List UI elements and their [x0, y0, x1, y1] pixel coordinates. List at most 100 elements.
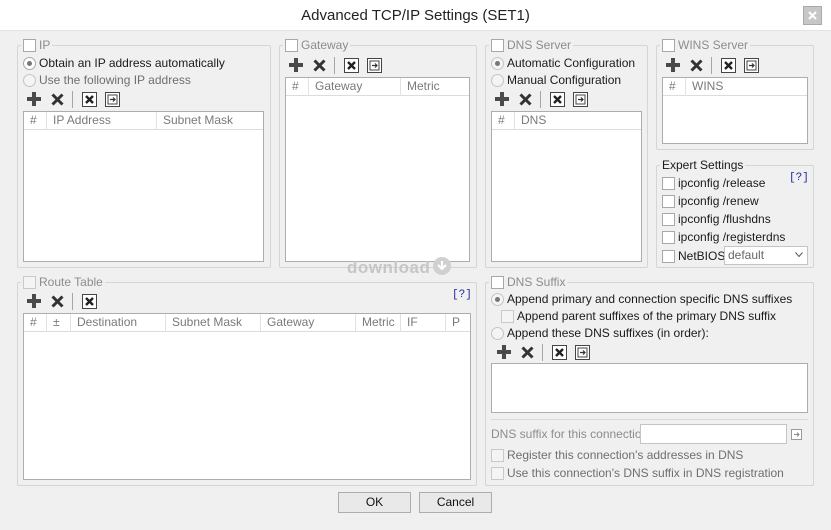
wins-list[interactable]: # WINS [662, 77, 808, 144]
gateway-col-metric[interactable]: Metric [401, 78, 469, 96]
dns-delete-button[interactable] [516, 90, 534, 108]
gateway-add-button[interactable] [287, 56, 305, 74]
gateway-delete-button[interactable] [310, 56, 328, 74]
netbios-select[interactable]: default [724, 246, 808, 265]
import-icon [743, 57, 759, 73]
dns-clear-button[interactable] [548, 90, 566, 108]
netbios-option[interactable]: NetBIOS [662, 248, 725, 264]
renew-checkbox[interactable] [662, 194, 675, 208]
dns-auto-option[interactable]: Automatic Configuration [491, 55, 635, 71]
title-bar: Advanced TCP/IP Settings (SET1) [0, 0, 831, 31]
wins-add-button[interactable] [664, 56, 682, 74]
expert-help-link[interactable]: [?] [789, 172, 809, 184]
dns-col-dns[interactable]: DNS [515, 112, 641, 130]
append-parent-checkbox[interactable] [501, 309, 514, 323]
wins-col-wins[interactable]: WINS [686, 78, 807, 96]
append-parent-option[interactable]: Append parent suffixes of the primary DN… [501, 308, 776, 324]
connection-suffix-browse-button[interactable] [791, 429, 802, 440]
dns-server-checkbox[interactable] [491, 38, 504, 52]
wins-col-number[interactable]: # [663, 78, 686, 96]
route-col-if[interactable]: IF [401, 314, 446, 332]
route-clear-button[interactable] [80, 292, 98, 310]
route-col-subnet-mask[interactable]: Subnet Mask [166, 314, 261, 332]
dns-col-number[interactable]: # [492, 112, 515, 130]
dns-suffix-list[interactable] [491, 363, 808, 413]
ip-checkbox[interactable] [23, 38, 36, 52]
suffix-import-button[interactable] [573, 343, 591, 361]
registerdns-checkbox[interactable] [662, 230, 675, 244]
ip-manual-radio[interactable] [23, 73, 36, 87]
wins-checkbox[interactable] [662, 38, 675, 52]
use-suffix-option[interactable]: Use this connection's DNS suffix in DNS … [491, 465, 784, 481]
gateway-list[interactable]: # Gateway Metric [285, 77, 470, 262]
use-suffix-checkbox[interactable] [491, 466, 504, 480]
register-addresses-option[interactable]: Register this connection's addresses in … [491, 447, 743, 463]
expert-item-renew[interactable]: ipconfig /renew [662, 193, 759, 209]
clear-icon [81, 91, 97, 107]
route-col-p[interactable]: P [446, 314, 470, 332]
wins-delete-button[interactable] [687, 56, 705, 74]
ip-import-button[interactable] [103, 90, 121, 108]
ip-toolbar [25, 90, 126, 108]
dns-server-group-header: DNS Server [489, 37, 574, 53]
suffix-add-button[interactable] [495, 343, 513, 361]
ip-col-address[interactable]: IP Address [47, 112, 157, 130]
append-these-radio[interactable] [491, 326, 504, 340]
ip-add-button[interactable] [25, 90, 43, 108]
dns-manual-radio[interactable] [491, 73, 504, 87]
expert-item-release[interactable]: ipconfig /release [662, 175, 765, 191]
ok-button[interactable]: OK [338, 492, 411, 513]
append-these-option[interactable]: Append these DNS suffixes (in order): [491, 325, 709, 341]
ip-col-number[interactable]: # [24, 112, 47, 130]
add-icon [497, 345, 511, 359]
suffix-delete-button[interactable] [518, 343, 536, 361]
dns-add-button[interactable] [493, 90, 511, 108]
route-help-link[interactable]: [?] [452, 289, 472, 301]
dns-manual-option[interactable]: Manual Configuration [491, 72, 621, 88]
ip-delete-button[interactable] [48, 90, 66, 108]
gateway-label: Gateway [301, 38, 349, 52]
close-button[interactable] [803, 6, 822, 25]
route-add-button[interactable] [25, 292, 43, 310]
route-col-plusminus[interactable]: ± [47, 314, 71, 332]
expert-item-registerdns[interactable]: ipconfig /registerdns [662, 229, 785, 245]
ip-address-list[interactable]: # IP Address Subnet Mask [23, 111, 264, 262]
netbios-checkbox[interactable] [662, 249, 675, 263]
append-primary-radio[interactable] [491, 292, 504, 306]
suffix-clear-button[interactable] [550, 343, 568, 361]
register-addresses-label: Register this connection's addresses in … [507, 448, 744, 462]
gateway-clear-button[interactable] [342, 56, 360, 74]
route-col-gateway[interactable]: Gateway [261, 314, 356, 332]
ip-auto-radio[interactable] [23, 56, 36, 70]
route-table-list[interactable]: # ± Destination Subnet Mask Gateway Metr… [23, 313, 471, 480]
route-col-number[interactable]: # [24, 314, 47, 332]
cancel-button[interactable]: Cancel [419, 492, 492, 513]
gateway-col-gateway[interactable]: Gateway [309, 78, 401, 96]
dns-suffix-checkbox[interactable] [491, 275, 504, 289]
wins-label: WINS Server [678, 38, 749, 52]
gateway-col-number[interactable]: # [286, 78, 309, 96]
route-col-destination[interactable]: Destination [71, 314, 166, 332]
append-primary-option[interactable]: Append primary and connection specific D… [491, 291, 792, 307]
wins-import-button[interactable] [742, 56, 760, 74]
release-checkbox[interactable] [662, 176, 675, 190]
ip-clear-button[interactable] [80, 90, 98, 108]
ip-col-mask[interactable]: Subnet Mask [157, 112, 263, 130]
dns-import-button[interactable] [571, 90, 589, 108]
import-icon [574, 344, 590, 360]
route-delete-button[interactable] [48, 292, 66, 310]
flushdns-checkbox[interactable] [662, 212, 675, 226]
dns-auto-radio[interactable] [491, 56, 504, 70]
gateway-checkbox[interactable] [285, 38, 298, 52]
dns-server-list[interactable]: # DNS [491, 111, 642, 262]
connection-suffix-input[interactable] [640, 424, 787, 444]
expert-item-flushdns[interactable]: ipconfig /flushdns [662, 211, 771, 227]
watermark-logo-icon [433, 257, 452, 275]
route-col-metric[interactable]: Metric [356, 314, 401, 332]
ip-manual-option[interactable]: Use the following IP address [23, 72, 191, 88]
ip-auto-option[interactable]: Obtain an IP address automatically [23, 55, 225, 71]
route-table-checkbox[interactable] [23, 275, 36, 289]
gateway-import-button[interactable] [365, 56, 383, 74]
wins-clear-button[interactable] [719, 56, 737, 74]
register-addresses-checkbox[interactable] [491, 448, 504, 462]
